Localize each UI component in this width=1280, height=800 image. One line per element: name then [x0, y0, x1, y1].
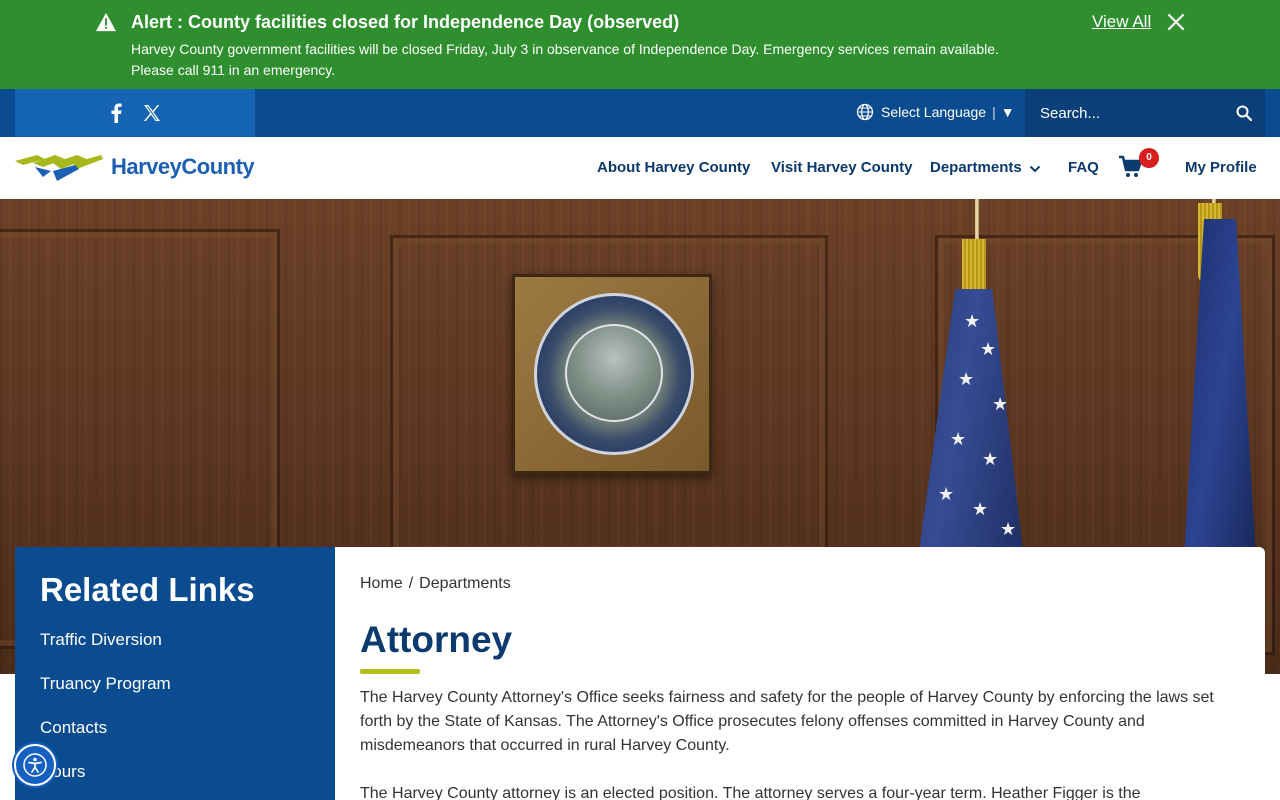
- seal-center: [565, 324, 663, 422]
- flag-star: ★: [982, 449, 999, 469]
- accessibility-button[interactable]: [14, 744, 56, 786]
- search-input[interactable]: [1025, 89, 1225, 137]
- harvey-county-logo[interactable]: HarveyCounty: [15, 153, 260, 185]
- logo-text: HarveyCounty: [111, 154, 255, 179]
- flag-star: ★: [938, 484, 955, 504]
- state-seal-plaque: [512, 274, 712, 474]
- social-links: [15, 89, 255, 137]
- sidebar-link-traffic-diversion[interactable]: Traffic Diversion: [40, 630, 162, 650]
- nav-about-harvey-county[interactable]: About Harvey County: [597, 159, 750, 176]
- language-label: Select Language: [881, 104, 987, 120]
- sidebar-title: Related Links: [40, 571, 255, 608]
- accessibility-icon: [23, 753, 47, 777]
- language-selector[interactable]: Select Language | ▼: [856, 103, 1015, 121]
- chevron-down-icon: ▼: [1000, 104, 1015, 120]
- search-box: [1025, 89, 1265, 137]
- flag-star: ★: [958, 369, 975, 389]
- language-separator: |: [992, 104, 996, 120]
- view-all-alerts-link[interactable]: View All: [1092, 12, 1151, 32]
- cart-count-badge: 0: [1139, 148, 1159, 168]
- body-paragraph: The Harvey County attorney is an elected…: [360, 785, 1141, 800]
- flag-star: ★: [1000, 519, 1017, 539]
- page-title: Attorney: [360, 619, 513, 660]
- breadcrumb-separator: /: [408, 575, 414, 592]
- alert-banner: Alert : County facilities closed for Ind…: [0, 0, 1280, 89]
- flag-star: ★: [980, 339, 997, 359]
- main-navigation: HarveyCounty About Harvey County Visit H…: [0, 137, 1280, 199]
- sidebar-link-contacts[interactable]: Contacts: [40, 718, 107, 738]
- nav-departments[interactable]: Departments: [930, 159, 1022, 176]
- close-icon[interactable]: [1166, 12, 1186, 32]
- search-icon[interactable]: [1236, 105, 1252, 121]
- title-underline: [360, 669, 420, 674]
- sidebar-link-truancy-program[interactable]: Truancy Program: [40, 674, 171, 694]
- alert-title: Alert : County facilities closed for Ind…: [131, 12, 680, 32]
- intro-paragraph: The Harvey County Attorney's Office seek…: [360, 689, 1214, 754]
- flag-star: ★: [992, 394, 1009, 414]
- kansas-state-seal: [534, 293, 694, 455]
- x-twitter-icon[interactable]: [143, 104, 161, 122]
- warning-icon: [96, 12, 116, 32]
- nav-my-profile[interactable]: My Profile: [1185, 159, 1257, 176]
- alert-body: Harvey County government facilities will…: [131, 41, 999, 78]
- flag-star: ★: [972, 499, 989, 519]
- breadcrumb: Home / Departments: [360, 575, 511, 593]
- logo-mark-icon: [15, 155, 103, 181]
- chevron-down-icon[interactable]: [1029, 164, 1041, 174]
- main-content: Home / Departments Attorney The Harvey Cou…: [335, 547, 1265, 800]
- flag-star: ★: [964, 311, 981, 331]
- utility-bar: Select Language | ▼: [0, 89, 1280, 137]
- nav-faq[interactable]: FAQ: [1068, 159, 1099, 176]
- flag-star: ★: [950, 429, 967, 449]
- nav-visit-harvey-county[interactable]: Visit Harvey County: [771, 159, 912, 176]
- breadcrumb-departments[interactable]: Departments: [419, 575, 511, 592]
- globe-icon: [856, 103, 874, 121]
- facebook-icon[interactable]: [110, 103, 122, 123]
- breadcrumb-home[interactable]: Home: [360, 575, 403, 592]
- related-links-sidebar: Related Links Traffic Diversion Truancy …: [15, 547, 335, 800]
